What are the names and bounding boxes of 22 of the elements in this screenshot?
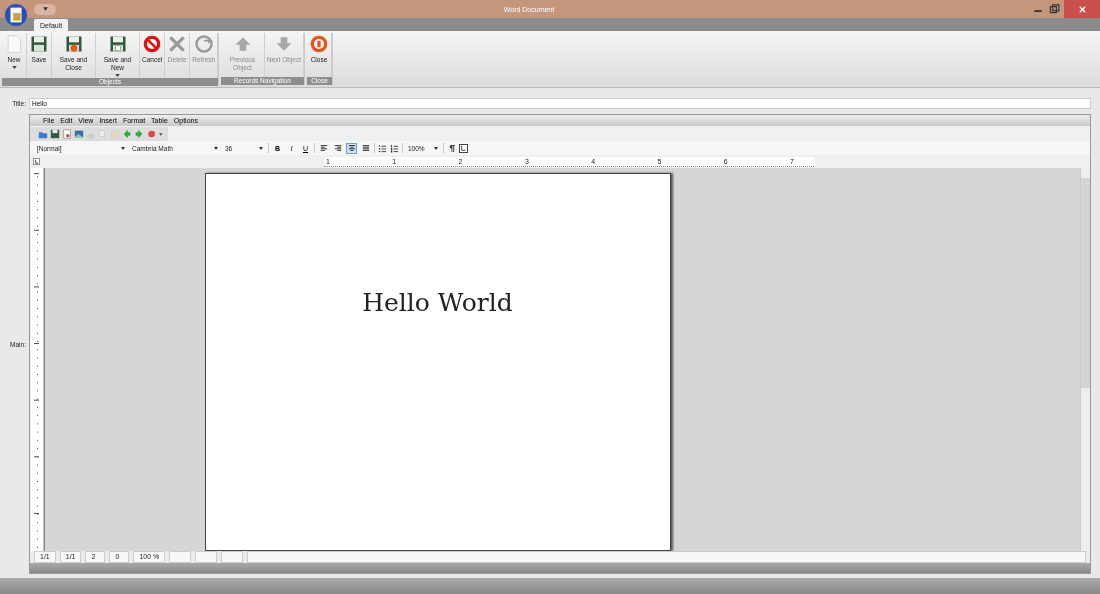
align-button[interactable]	[318, 142, 329, 154]
document-icon[interactable]	[62, 128, 72, 139]
vertical-scrollbar[interactable]	[1080, 168, 1090, 551]
tab-stop-icon[interactable]	[33, 158, 40, 165]
cross-icon	[167, 34, 188, 54]
align-button[interactable]	[360, 142, 371, 154]
caret-icon	[42, 7, 48, 11]
restore-icon[interactable]	[1048, 3, 1060, 15]
quick-access-button[interactable]	[34, 3, 56, 15]
save-icon[interactable]	[50, 128, 60, 139]
pilcrow-icon[interactable]	[447, 143, 456, 153]
power-icon	[308, 34, 329, 54]
align-button[interactable]	[346, 142, 357, 154]
bullet-list-icon[interactable]	[378, 143, 387, 153]
tab-stop-icon[interactable]	[459, 143, 468, 153]
document-text: Hello World	[362, 288, 513, 319]
image-icon[interactable]	[74, 128, 84, 139]
close-icon	[1077, 4, 1087, 14]
numbered-list-icon[interactable]	[390, 143, 399, 153]
align-button[interactable]	[332, 142, 343, 154]
refresh-icon	[193, 34, 214, 54]
no-entry-icon	[142, 34, 163, 54]
